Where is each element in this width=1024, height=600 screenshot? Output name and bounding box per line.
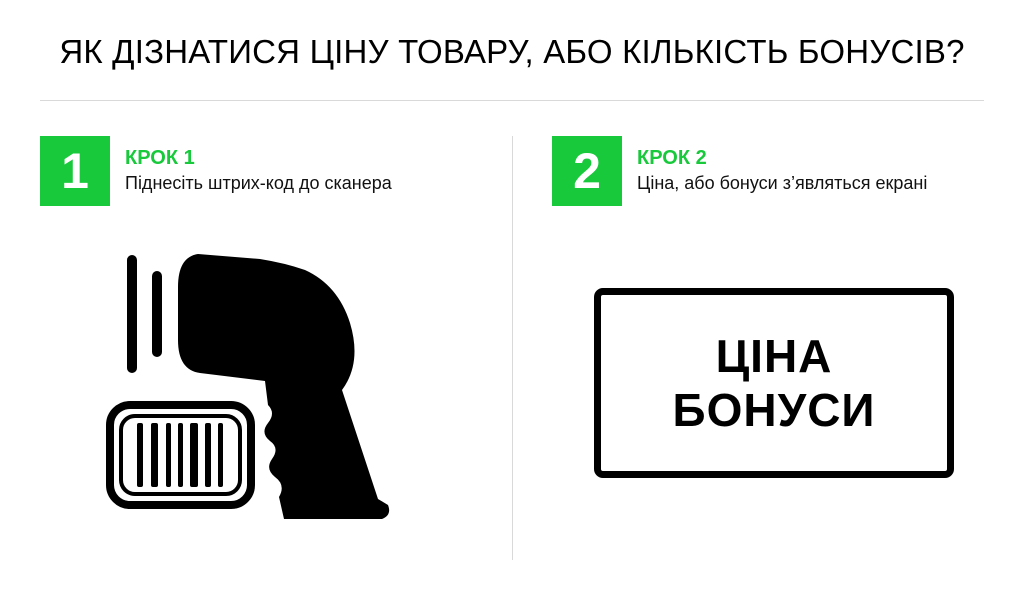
display-screen-icon: ЦІНА БОНУСИ [594,288,954,478]
step-1-description: Піднесіть штрих-код до сканера [125,173,392,193]
step-1-text: КРОК 1 Піднесіть штрих-код до сканера [125,146,392,196]
step-2-text: КРОК 2 Ціна, або бонуси з’являться екран… [637,146,927,196]
page-title: ЯК ДІЗНАТИСЯ ЦІНУ ТОВАРУ, АБО КІЛЬКІСТЬ … [59,33,965,70]
title-divider [40,100,984,101]
barcode-scanner-icon [106,254,390,519]
step-2-description: Ціна, або бонуси з’являться екрані [637,173,928,193]
display-price-label: ЦІНА [715,330,833,382]
step-1-heading: КРОК 1 [125,147,195,169]
step-1-badge: 1 [40,136,110,206]
step-2-heading: КРОК 2 [637,147,707,169]
step-2-badge: 2 [552,136,622,206]
column-divider [512,136,513,560]
display-bonus-label: БОНУСИ [672,384,876,436]
